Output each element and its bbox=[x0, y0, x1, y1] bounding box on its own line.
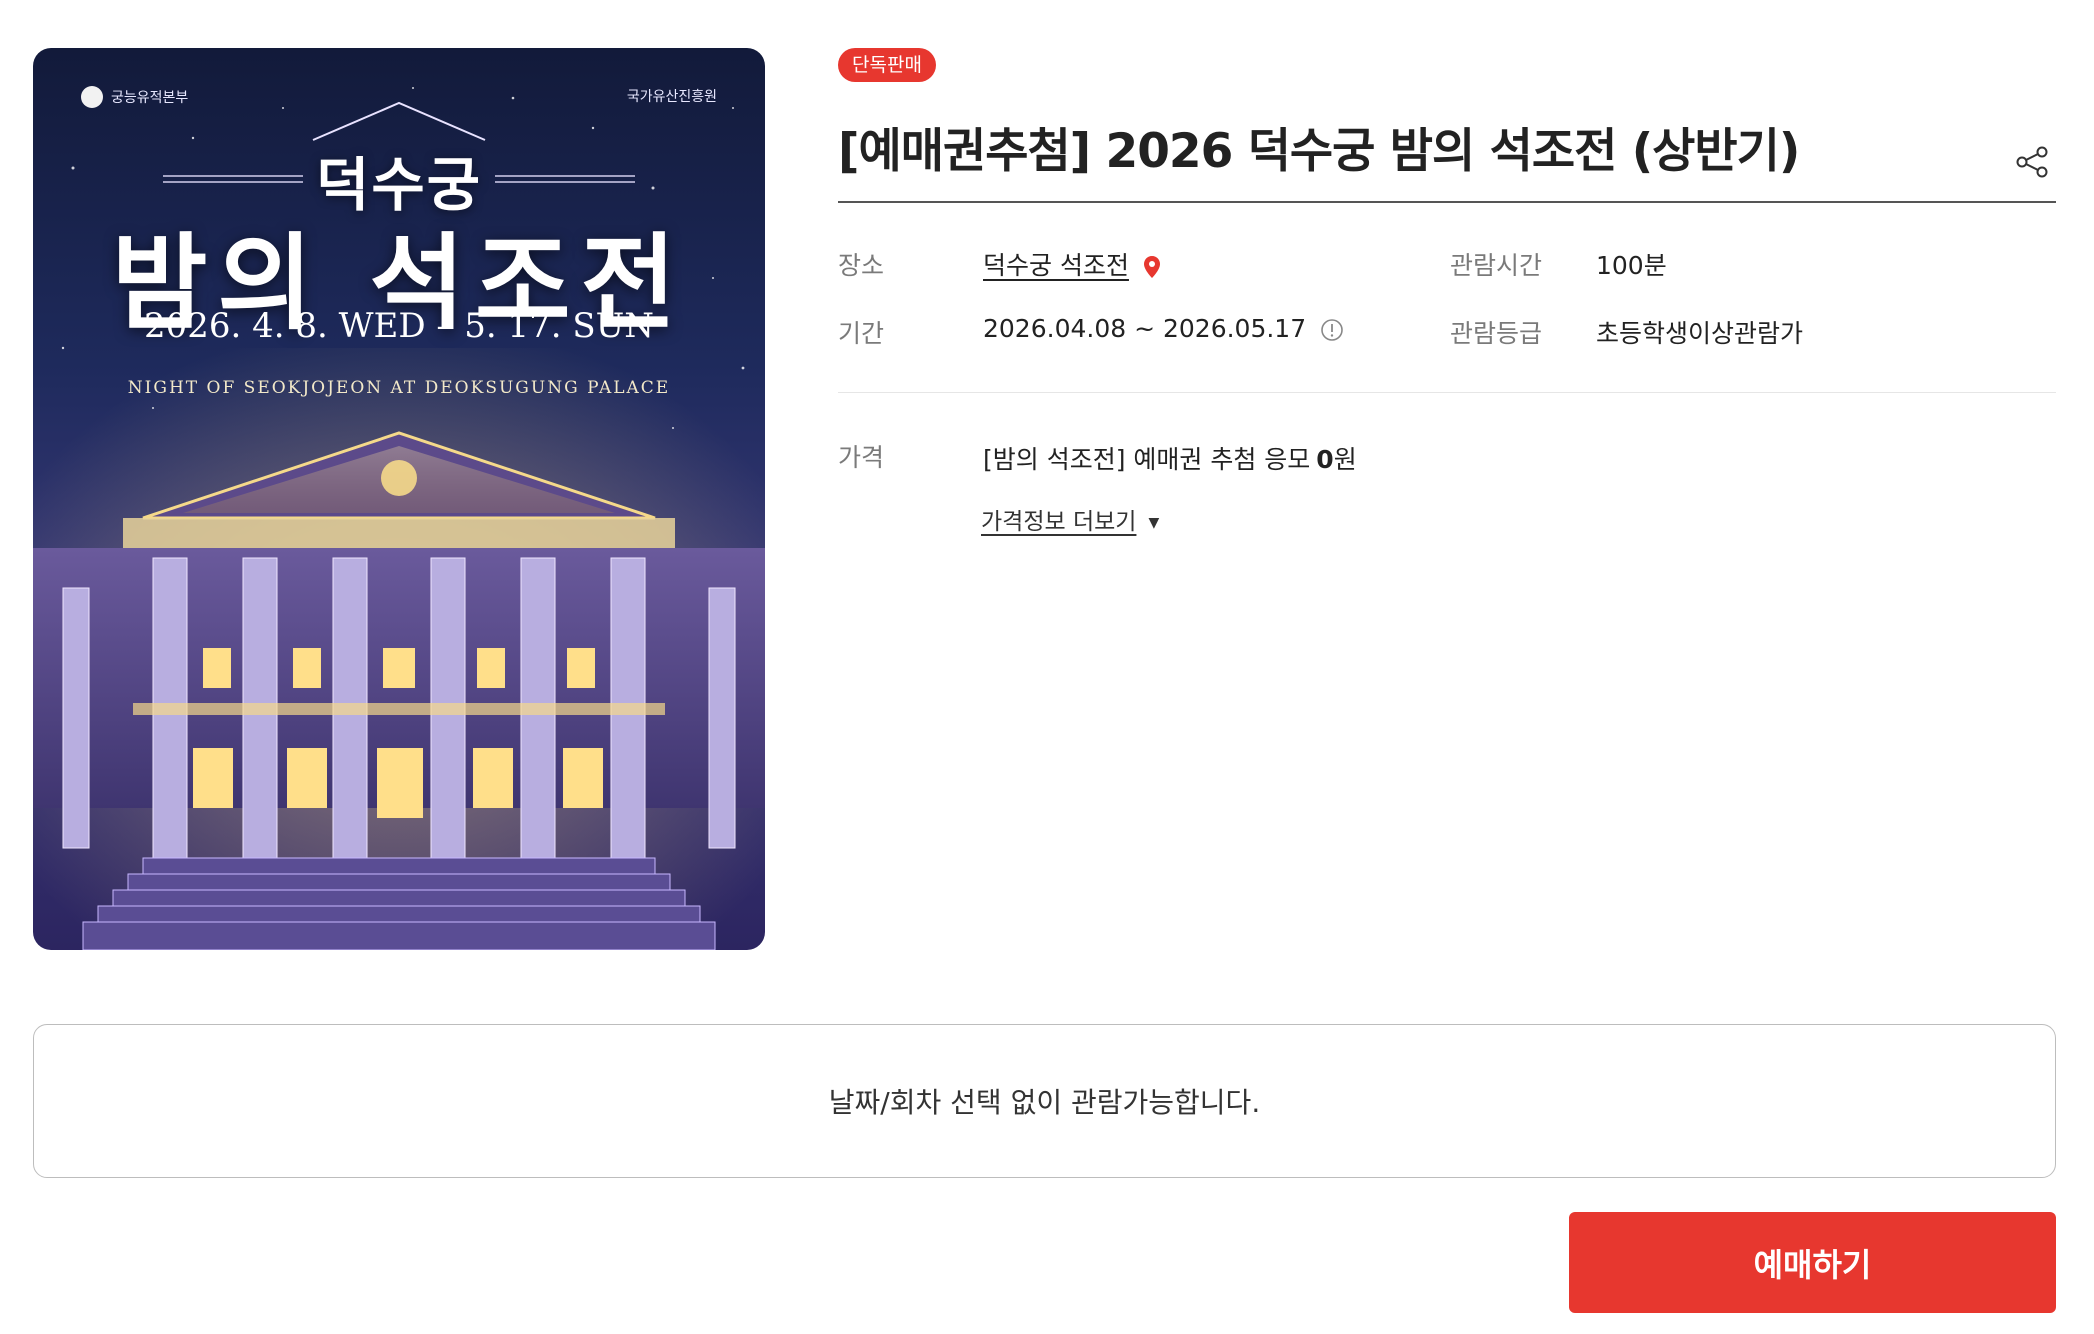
page-title: [예매권추첨] 2026 덕수궁 밤의 석조전 (상반기) bbox=[838, 124, 1800, 179]
period-value: 2026.04.08 ~ 2026.05.17 bbox=[983, 314, 1344, 343]
price-label: 가격 bbox=[838, 443, 885, 472]
poster-org-left: 궁능유적본부 bbox=[81, 86, 188, 108]
poster-org-right-text: 국가유산진흥원 bbox=[626, 89, 717, 105]
runtime-value: 100분 bbox=[1596, 251, 1667, 280]
price-unit: 원 bbox=[1333, 445, 1357, 474]
price-more-label[interactable]: 가격정보 더보기 bbox=[981, 509, 1136, 535]
caret-down-icon[interactable]: ▼ bbox=[1148, 515, 1159, 531]
venue-link[interactable]: 덕수궁 석조전 bbox=[983, 246, 1161, 282]
venue-link-text[interactable]: 덕수궁 석조전 bbox=[983, 251, 1129, 280]
emblem-icon bbox=[81, 86, 103, 108]
poster-date: 2026. 4. 8. WED – 5. 17. SUN bbox=[143, 306, 655, 346]
schedule-notice-text: 날짜/회차 선택 없이 관람가능합니다. bbox=[828, 1086, 1261, 1119]
info-divider bbox=[838, 392, 2056, 393]
rating-value: 초등학생이상관람가 bbox=[1596, 319, 1804, 348]
venue-label: 장소 bbox=[838, 251, 885, 280]
period-label: 기간 bbox=[838, 319, 885, 348]
share-icon[interactable] bbox=[2014, 144, 2050, 180]
info-icon[interactable] bbox=[1320, 318, 1344, 342]
runtime-label: 관람시간 bbox=[1450, 251, 1543, 280]
rating-label: 관람등급 bbox=[1450, 319, 1543, 348]
location-pin-icon[interactable] bbox=[1143, 255, 1161, 279]
price-item: [밤의 석조전] 예매권 추첨 응모 bbox=[983, 445, 1311, 474]
title-divider bbox=[838, 201, 2056, 203]
price-value: [밤의 석조전] 예매권 추첨 응모 0원 bbox=[983, 440, 1357, 476]
poster-image: 궁능유적본부 국가유산진흥원 덕수궁 밤의 석조전 2026. 4. 8. WE… bbox=[33, 48, 765, 950]
poster-org-left-text: 궁능유적본부 bbox=[111, 90, 189, 106]
schedule-notice-box: 날짜/회차 선택 없이 관람가능합니다. bbox=[33, 1024, 2056, 1178]
price-more-toggle[interactable]: 가격정보 더보기 ▼ bbox=[981, 502, 1159, 536]
poster-subtitle: NIGHT OF SEOKJOJEON AT DEOKSUGUNG PALACE bbox=[127, 378, 671, 398]
exclusive-badge: 단독판매 bbox=[838, 48, 936, 82]
period-value-text: 2026.04.08 ~ 2026.05.17 bbox=[983, 314, 1307, 343]
book-button[interactable]: 예매하기 bbox=[1569, 1212, 2056, 1313]
poster-org-right: 국가유산진흥원 bbox=[627, 86, 717, 106]
price-amount: 0 bbox=[1316, 445, 1334, 474]
